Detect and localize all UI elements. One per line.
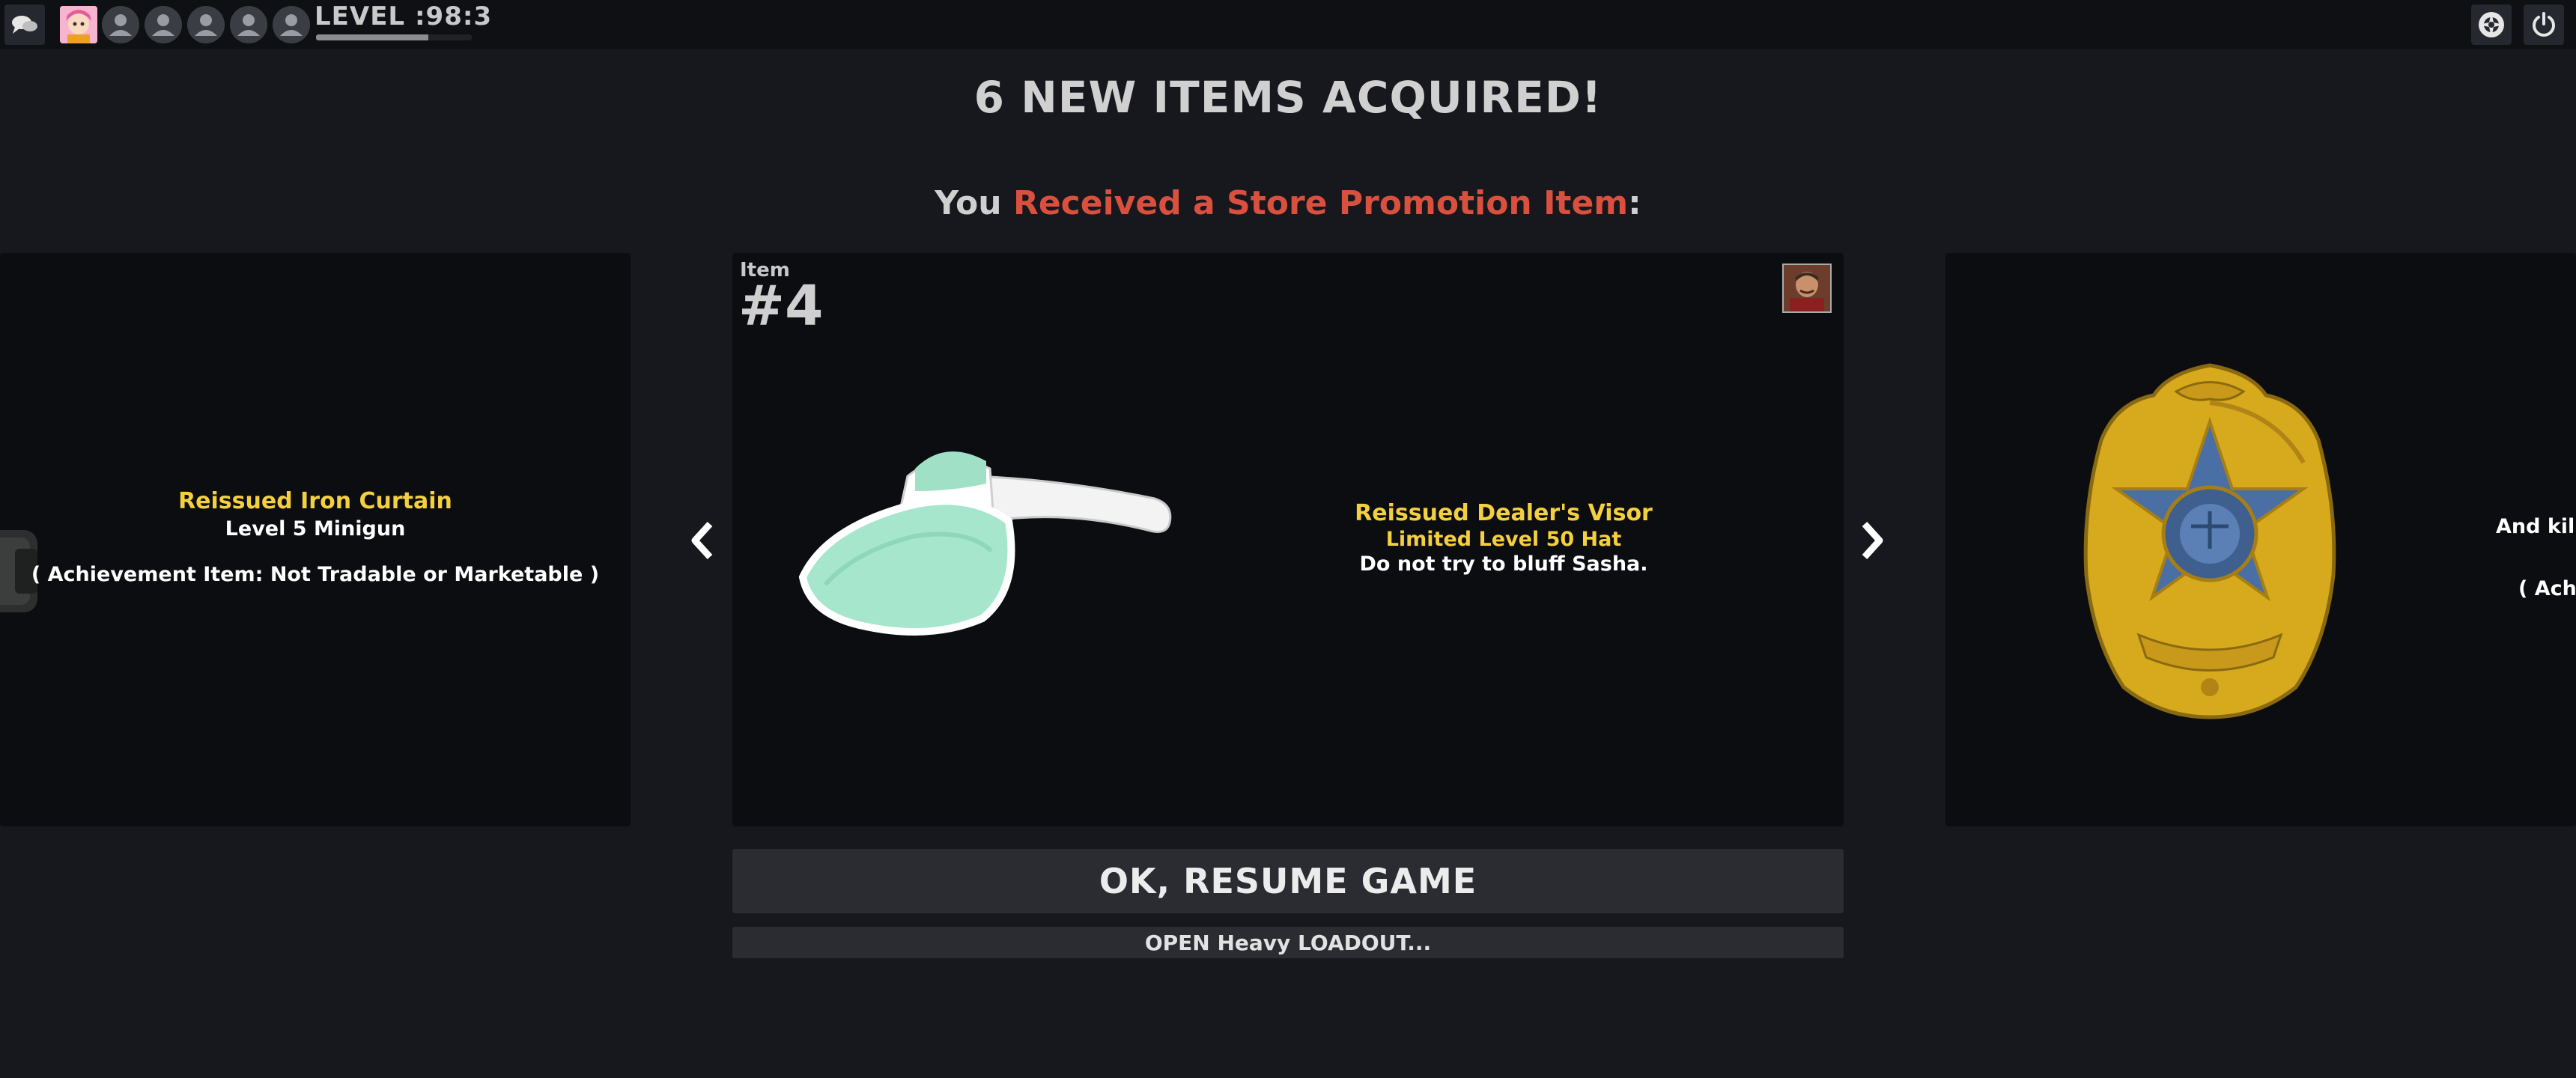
- item-description-previous: Reissued Iron Curtain Level 5 Minigun ( …: [0, 488, 631, 586]
- freelance-police-badge-image: [2083, 363, 2336, 719]
- acquisition-method-highlight: Received a Store Promotion Item: [1012, 184, 1629, 222]
- heavy-class-icon: [1782, 264, 1832, 313]
- friend-slot-4[interactable]: [230, 6, 267, 43]
- item-flavor-text: Do not try to bluff Sasha.: [1359, 552, 1648, 576]
- power-button[interactable]: [2524, 4, 2564, 45]
- item-description-current: Reissued Dealer's Visor Limited Level 50…: [1272, 500, 1736, 576]
- item-card-next[interactable]: And kill, ( Achi: [1945, 253, 2576, 826]
- level-progress-bar: [316, 34, 472, 40]
- item-type: Limited Level 50 Hat: [1385, 528, 1622, 551]
- friend-icon: [187, 6, 225, 43]
- level-progress-fill: [316, 34, 428, 40]
- next-item-button[interactable]: [1857, 517, 1887, 564]
- resume-game-button[interactable]: OK, RESUME GAME: [732, 849, 1844, 913]
- page-title: 6 NEW ITEMS ACQUIRED!: [973, 72, 1603, 123]
- level-indicator[interactable]: LEVEL :98:3: [315, 1, 492, 31]
- item-description-next: And kill, ( Achi: [2496, 515, 2576, 600]
- friend-icon: [102, 6, 139, 43]
- item-note: ( Achievement Item: Not Tradable or Mark…: [31, 563, 600, 586]
- friend-icon: [273, 6, 310, 43]
- subline-prefix: You: [935, 184, 1013, 222]
- open-loadout-button[interactable]: OPEN Heavy LOADOUT...: [732, 927, 1844, 958]
- item-note: ( Achi: [2518, 577, 2576, 600]
- friend-slot-1[interactable]: [102, 6, 139, 43]
- item-flavor-text: And kill,: [2496, 515, 2576, 538]
- item-type: Level 5 Minigun: [225, 517, 406, 540]
- item-name: Reissued Iron Curtain: [178, 488, 452, 514]
- tf2-logo-icon: [2479, 12, 2504, 37]
- item-number: #4: [738, 274, 824, 338]
- top-bar: LEVEL :98:3: [0, 0, 2576, 49]
- acquisition-method: You Received a Store Promotion Item:: [0, 184, 2576, 222]
- chat-button[interactable]: [4, 4, 45, 45]
- subline-suffix: :: [1628, 184, 1641, 222]
- dealers-visor-image: [798, 451, 1172, 636]
- item-card-current: Item #4 Reissued Dealer's Visor Limited …: [732, 253, 1844, 826]
- chevron-right-icon: [1862, 521, 1883, 560]
- chevron-left-icon: [691, 521, 713, 560]
- player-avatar[interactable]: [60, 6, 97, 43]
- power-icon: [2533, 12, 2555, 37]
- previous-item-button[interactable]: [687, 517, 717, 564]
- chat-icon: [12, 16, 37, 34]
- item-card-previous[interactable]: Reissued Iron Curtain Level 5 Minigun ( …: [0, 253, 631, 826]
- friend-slot-3[interactable]: [187, 6, 225, 43]
- item-name: Reissued Dealer's Visor: [1355, 500, 1653, 526]
- level-prefix: LEVEL: [315, 1, 406, 31]
- friend-icon: [230, 6, 267, 43]
- friend-icon: [145, 6, 182, 43]
- friend-slot-5[interactable]: [273, 6, 310, 43]
- level-value: :98:3: [414, 1, 493, 31]
- tf2-logo-button[interactable]: [2471, 4, 2512, 45]
- friend-slot-2[interactable]: [145, 6, 182, 43]
